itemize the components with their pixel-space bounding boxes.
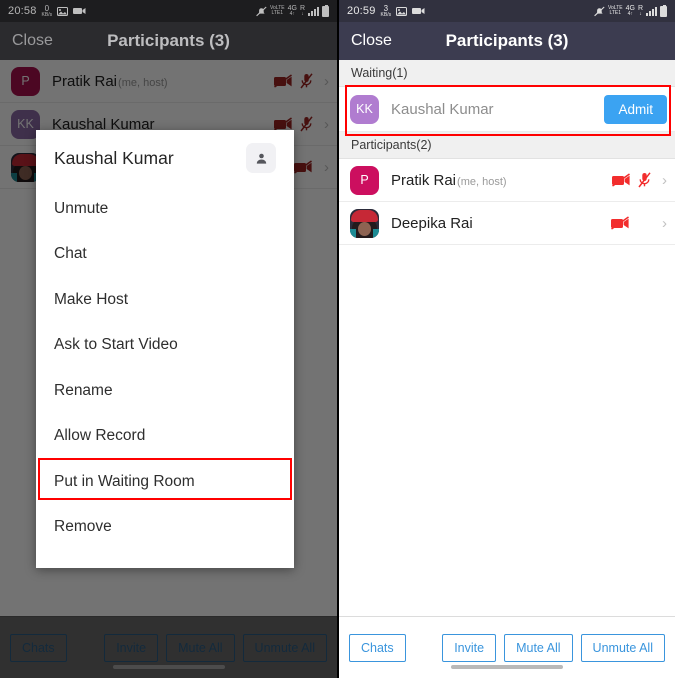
4g-icon: 4G 4↑ bbox=[625, 4, 635, 18]
volte-icon: VoLTE LTE1 bbox=[269, 4, 285, 16]
right-panel: 20:59 3 KB/s VoLTE LTE1 4G 4↑ R ↓ Close … bbox=[337, 0, 675, 678]
left-panel: 20:58 0 KB/s VoLTE LTE1 4G 4↑ R ↓ Close … bbox=[0, 0, 337, 678]
right-bottom-toolbar: Chats Invite Mute All Unmute All bbox=[339, 616, 675, 678]
chevron-right-icon[interactable]: › bbox=[662, 215, 667, 232]
bell-muted-icon bbox=[594, 6, 605, 17]
section-header-participants: Participants(2) bbox=[339, 132, 675, 159]
menu-item-ask-to-start-video[interactable]: Ask to Start Video bbox=[36, 323, 294, 369]
admit-button[interactable]: Admit bbox=[604, 94, 667, 124]
context-menu-header: Kaushal Kumar bbox=[36, 130, 294, 186]
participant-name: Deepika Rai bbox=[391, 214, 473, 232]
image-icon bbox=[57, 6, 69, 16]
close-button[interactable]: Close bbox=[351, 32, 392, 50]
video-off-icon[interactable] bbox=[610, 216, 630, 230]
home-indicator bbox=[451, 665, 563, 669]
menu-item-remove[interactable]: Remove bbox=[36, 505, 294, 551]
section-header-waiting: Waiting(1) bbox=[339, 60, 675, 87]
person-icon[interactable] bbox=[246, 143, 276, 173]
battery-icon bbox=[660, 4, 667, 17]
close-button[interactable]: Close bbox=[12, 32, 53, 50]
video-camera-icon bbox=[412, 7, 425, 15]
bell-muted-icon bbox=[256, 6, 267, 17]
menu-item-allow-record[interactable]: Allow Record bbox=[36, 414, 294, 460]
avatar: KK bbox=[350, 94, 379, 124]
table-row[interactable]: P Pratik Rai(me, host) › bbox=[339, 159, 675, 202]
invite-button[interactable]: Invite bbox=[442, 633, 497, 662]
signal-bars-icon bbox=[646, 6, 657, 16]
volte-icon: VoLTE LTE1 bbox=[607, 4, 623, 16]
participant-name: Kaushal Kumar bbox=[391, 100, 494, 118]
row-icons: › bbox=[611, 172, 667, 189]
unmute-all-button[interactable]: Unmute All bbox=[580, 633, 665, 662]
mic-off-icon[interactable] bbox=[638, 172, 651, 188]
network-speed-indicator: 3 KB/s bbox=[380, 3, 392, 18]
4g-icon: 4G 4↑ bbox=[287, 4, 297, 18]
right-participant-list: Waiting(1) KK Kaushal Kumar Admit Partic… bbox=[339, 60, 675, 245]
roaming-icon: R ↓ bbox=[299, 4, 305, 18]
network-speed-indicator: 0 KB/s bbox=[41, 3, 53, 18]
menu-item-rename[interactable]: Rename bbox=[36, 368, 294, 414]
participant-name: Pratik Rai(me, host) bbox=[391, 171, 507, 189]
chats-button[interactable]: Chats bbox=[349, 633, 406, 662]
status-time: 20:59 bbox=[347, 5, 376, 17]
chevron-right-icon[interactable]: › bbox=[662, 172, 667, 189]
table-row[interactable]: Deepika Rai › bbox=[339, 202, 675, 245]
row-icons: › bbox=[610, 215, 667, 232]
menu-item-unmute[interactable]: Unmute bbox=[36, 186, 294, 232]
status-time: 20:58 bbox=[8, 5, 37, 17]
right-status-bar: 20:59 3 KB/s VoLTE LTE1 4G 4↑ R ↓ bbox=[339, 0, 675, 22]
roaming-icon: R ↓ bbox=[637, 4, 643, 18]
avatar: P bbox=[350, 165, 379, 195]
participant-context-menu: Kaushal Kumar Unmute Chat Make Host Ask … bbox=[36, 130, 294, 568]
menu-bottom-padding bbox=[36, 550, 294, 568]
dual-screenshot: 20:58 0 KB/s VoLTE LTE1 4G 4↑ R ↓ Close … bbox=[0, 0, 675, 678]
video-camera-icon bbox=[73, 7, 86, 15]
mute-all-button[interactable]: Mute All bbox=[504, 633, 573, 662]
left-status-bar: 20:58 0 KB/s VoLTE LTE1 4G 4↑ R ↓ bbox=[0, 0, 337, 22]
battery-icon bbox=[322, 4, 329, 17]
signal-bars-icon bbox=[308, 6, 319, 16]
video-off-icon[interactable] bbox=[611, 173, 631, 187]
right-title-bar: Close Participants (3) bbox=[339, 22, 675, 60]
context-menu-title: Kaushal Kumar bbox=[54, 147, 174, 168]
avatar bbox=[350, 208, 379, 238]
image-icon bbox=[396, 6, 408, 16]
waiting-row[interactable]: KK Kaushal Kumar Admit bbox=[339, 87, 675, 132]
participant-meta: (me, host) bbox=[457, 175, 507, 188]
menu-item-make-host[interactable]: Make Host bbox=[36, 277, 294, 323]
menu-item-put-in-waiting-room[interactable]: Put in Waiting Room bbox=[36, 459, 294, 505]
menu-item-chat[interactable]: Chat bbox=[36, 232, 294, 278]
left-title-bar: Close Participants (3) bbox=[0, 22, 337, 60]
